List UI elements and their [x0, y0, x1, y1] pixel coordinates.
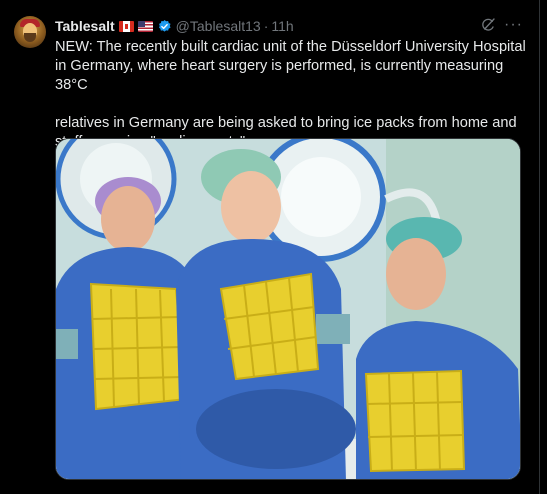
post-time[interactable]: 11h — [271, 18, 293, 34]
display-name[interactable]: Tablesalt — [55, 18, 115, 34]
grok-icon[interactable] — [480, 17, 496, 33]
tweet-header: Tablesalt @Tablesalt13 · 11h — [55, 17, 294, 35]
tweet-text: NEW: The recently built cardiac unit of … — [55, 38, 531, 152]
avatar-beard — [24, 33, 36, 42]
photo-illustration — [56, 139, 520, 479]
user-avatar[interactable] — [14, 16, 46, 48]
separator-dot: · — [263, 18, 269, 34]
canada-flag-icon — [118, 20, 134, 32]
verified-badge-icon — [158, 19, 171, 32]
tweet-media-photo[interactable] — [55, 138, 521, 480]
more-icon[interactable]: ··· — [504, 16, 522, 34]
us-flag-icon — [137, 20, 153, 32]
tweet-card[interactable]: Tablesalt @Tablesalt13 · 11h ··· NEW: Th… — [0, 0, 540, 494]
user-handle[interactable]: @Tablesalt13 — [176, 18, 261, 34]
tweet-paragraph-1: NEW: The recently built cardiac unit of … — [55, 39, 526, 93]
